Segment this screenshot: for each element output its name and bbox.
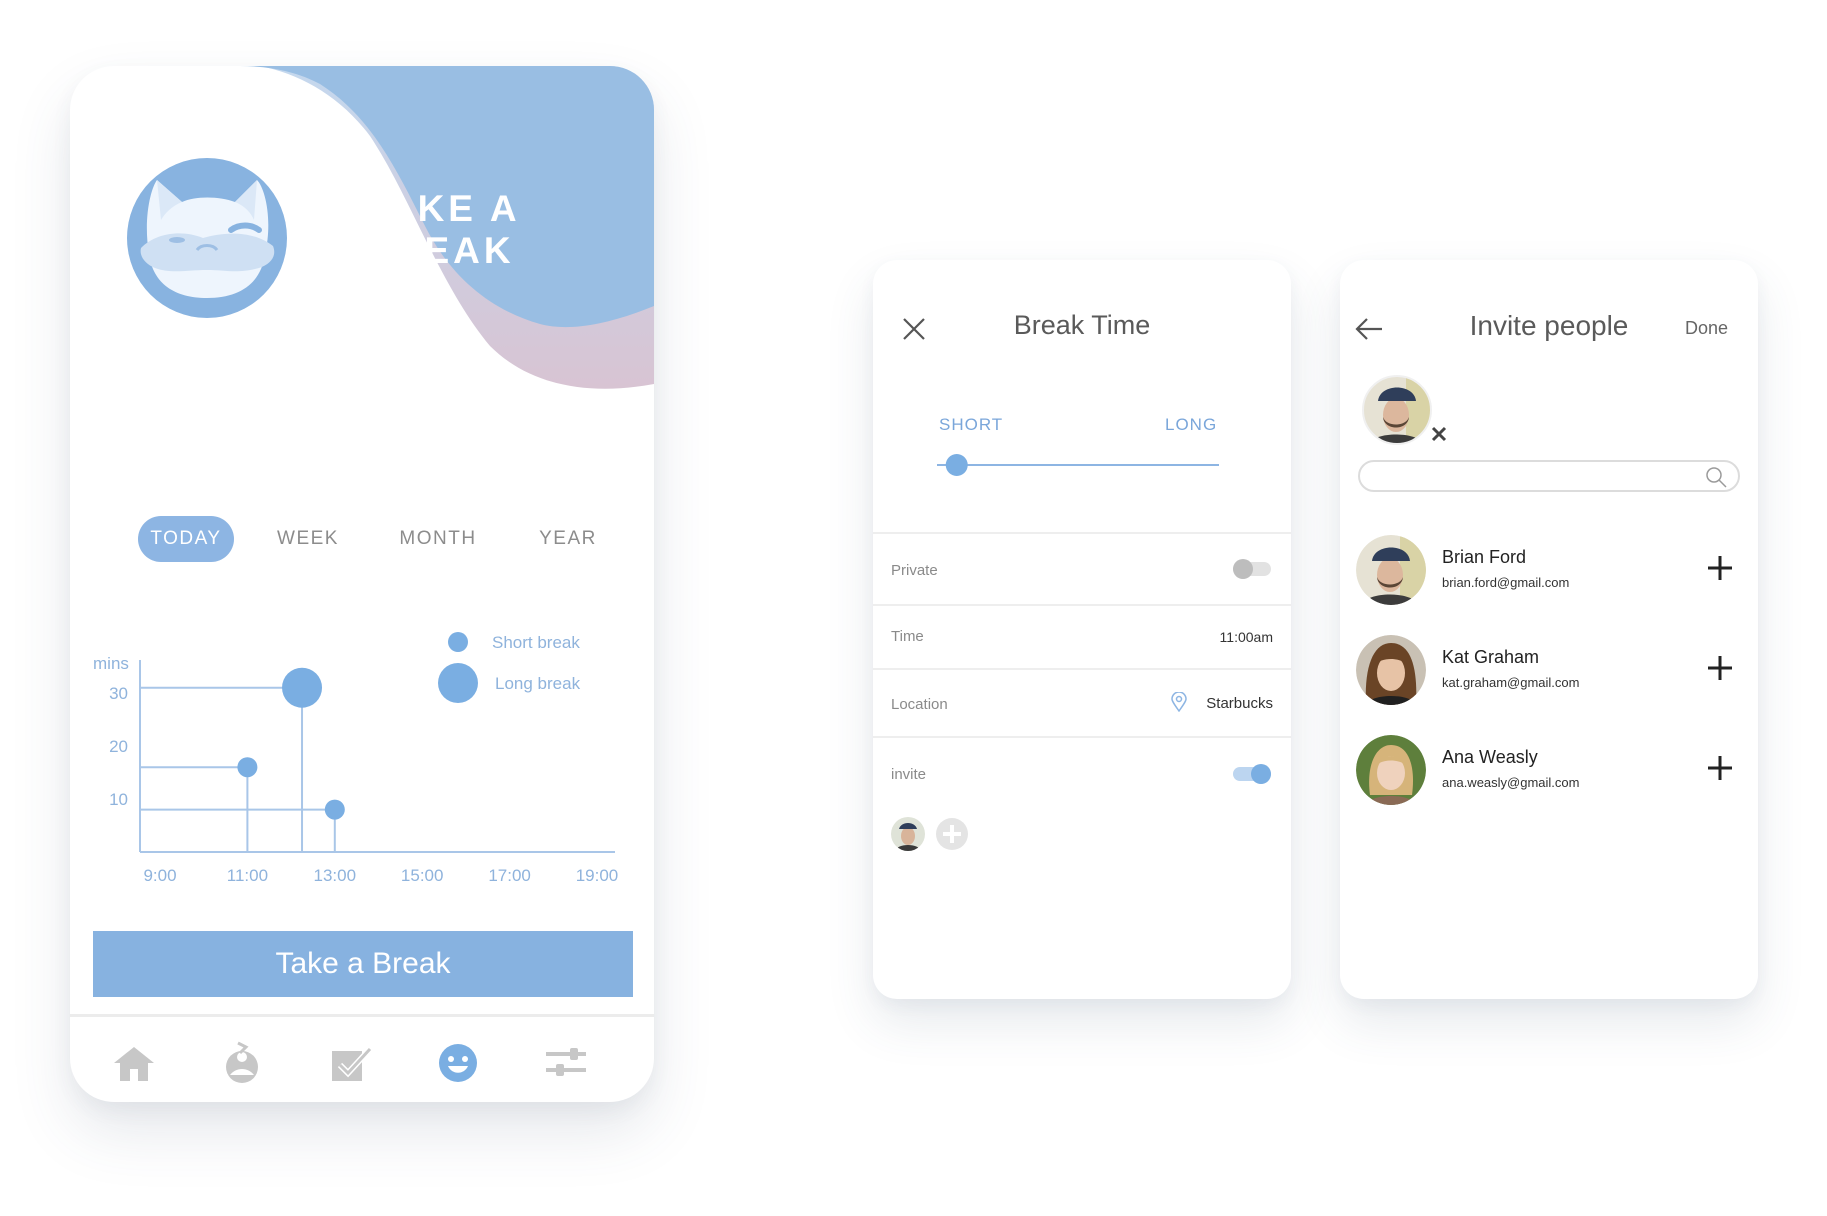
x-tick-label: 13:00 — [314, 866, 357, 885]
x-tick-label: 15:00 — [401, 866, 444, 885]
person-email: ana.weasly@gmail.com — [1442, 775, 1580, 790]
selected-person-avatar — [1362, 375, 1432, 445]
smiley-icon[interactable] — [434, 1039, 482, 1087]
add-person-icon[interactable] — [1706, 554, 1734, 582]
slider-long-label: LONG — [1165, 415, 1218, 434]
add-person-icon[interactable] — [1706, 754, 1734, 782]
person-name: Ana Weasly — [1442, 747, 1538, 767]
time-value: 11:00am — [1219, 629, 1273, 645]
data-point — [282, 667, 323, 708]
time-row[interactable]: Time 11:00am — [873, 604, 1291, 668]
break-chart: mins 9:00 11:00 13:00 15:00 17:00 19:00 30 20 10… — [93, 632, 619, 885]
person-email: kat.graham@gmail.com — [1442, 675, 1580, 690]
y-axis-label: mins — [93, 654, 129, 673]
y-tick-label: 30 — [109, 684, 128, 703]
page-title: Break Time — [1013, 310, 1151, 340]
take-a-break-screen: TAKE A BREAK TODAY WEEK MONTH YEAR mins … — [70, 66, 654, 1102]
y-tick-label: 20 — [109, 737, 128, 756]
data-point — [324, 799, 345, 820]
add-person-icon[interactable] — [1706, 654, 1734, 682]
sliders-icon[interactable] — [542, 1039, 590, 1087]
slider-thumb[interactable] — [945, 454, 968, 476]
checklist-icon[interactable] — [326, 1039, 374, 1087]
location-pin-icon — [1171, 692, 1187, 712]
break-time-screen: Break Time SHORT LONG Private Time 11:00… — [873, 260, 1291, 999]
invite-toggle[interactable] — [1231, 762, 1273, 786]
invite-row: invite — [873, 736, 1291, 802]
time-label: Time — [891, 628, 924, 645]
search-input[interactable] — [1358, 460, 1740, 492]
person-name: Brian Ford — [1442, 547, 1527, 567]
break-length-slider[interactable] — [933, 450, 1223, 480]
y-tick-label: 10 — [109, 790, 128, 809]
x-tick-label: 11:00 — [227, 866, 268, 885]
list-item: Ana Weasly ana.weasly@gmail.com — [1356, 735, 1746, 805]
take-a-break-button[interactable]: Take a Break — [93, 931, 633, 997]
invite-label: invite — [891, 766, 927, 783]
invite-people-screen: Invite people Done Brian Ford brian.ford… — [1340, 260, 1758, 999]
person-name: Kat Graham — [1442, 647, 1540, 667]
list-item: Brian Ford brian.ford@gmail.com — [1356, 535, 1746, 605]
private-toggle[interactable] — [1231, 557, 1273, 581]
remove-selected-icon[interactable] — [1430, 425, 1448, 443]
legend-label: Long break — [495, 674, 581, 693]
home-icon[interactable] — [110, 1039, 158, 1087]
person-email: brian.ford@gmail.com — [1442, 575, 1570, 590]
private-row: Private — [873, 532, 1291, 604]
slider-short-label: SHORT — [939, 415, 1004, 434]
legend-marker — [438, 663, 478, 703]
search-icon[interactable] — [1704, 465, 1728, 489]
meditation-icon[interactable] — [218, 1039, 266, 1087]
x-tick-label: 9:00 — [143, 866, 176, 885]
private-label: Private — [891, 562, 938, 579]
done-button[interactable]: Done — [1685, 318, 1728, 339]
legend-marker — [448, 632, 468, 652]
data-point — [237, 757, 258, 778]
list-item: Kat Graham kat.graham@gmail.com — [1356, 635, 1746, 705]
location-value: Starbucks — [1206, 695, 1273, 712]
legend-label: Short break — [492, 633, 580, 652]
avatar — [1356, 735, 1426, 805]
avatar — [1356, 635, 1426, 705]
location-label: Location — [891, 696, 948, 713]
bottom-nav — [70, 1014, 654, 1102]
add-invitee-icon[interactable] — [935, 817, 969, 851]
x-tick-label: 17:00 — [488, 866, 531, 885]
avatar — [1356, 535, 1426, 605]
location-row[interactable]: Location Starbucks — [873, 668, 1291, 736]
avatar — [891, 817, 925, 851]
x-tick-label: 19:00 — [576, 866, 619, 885]
